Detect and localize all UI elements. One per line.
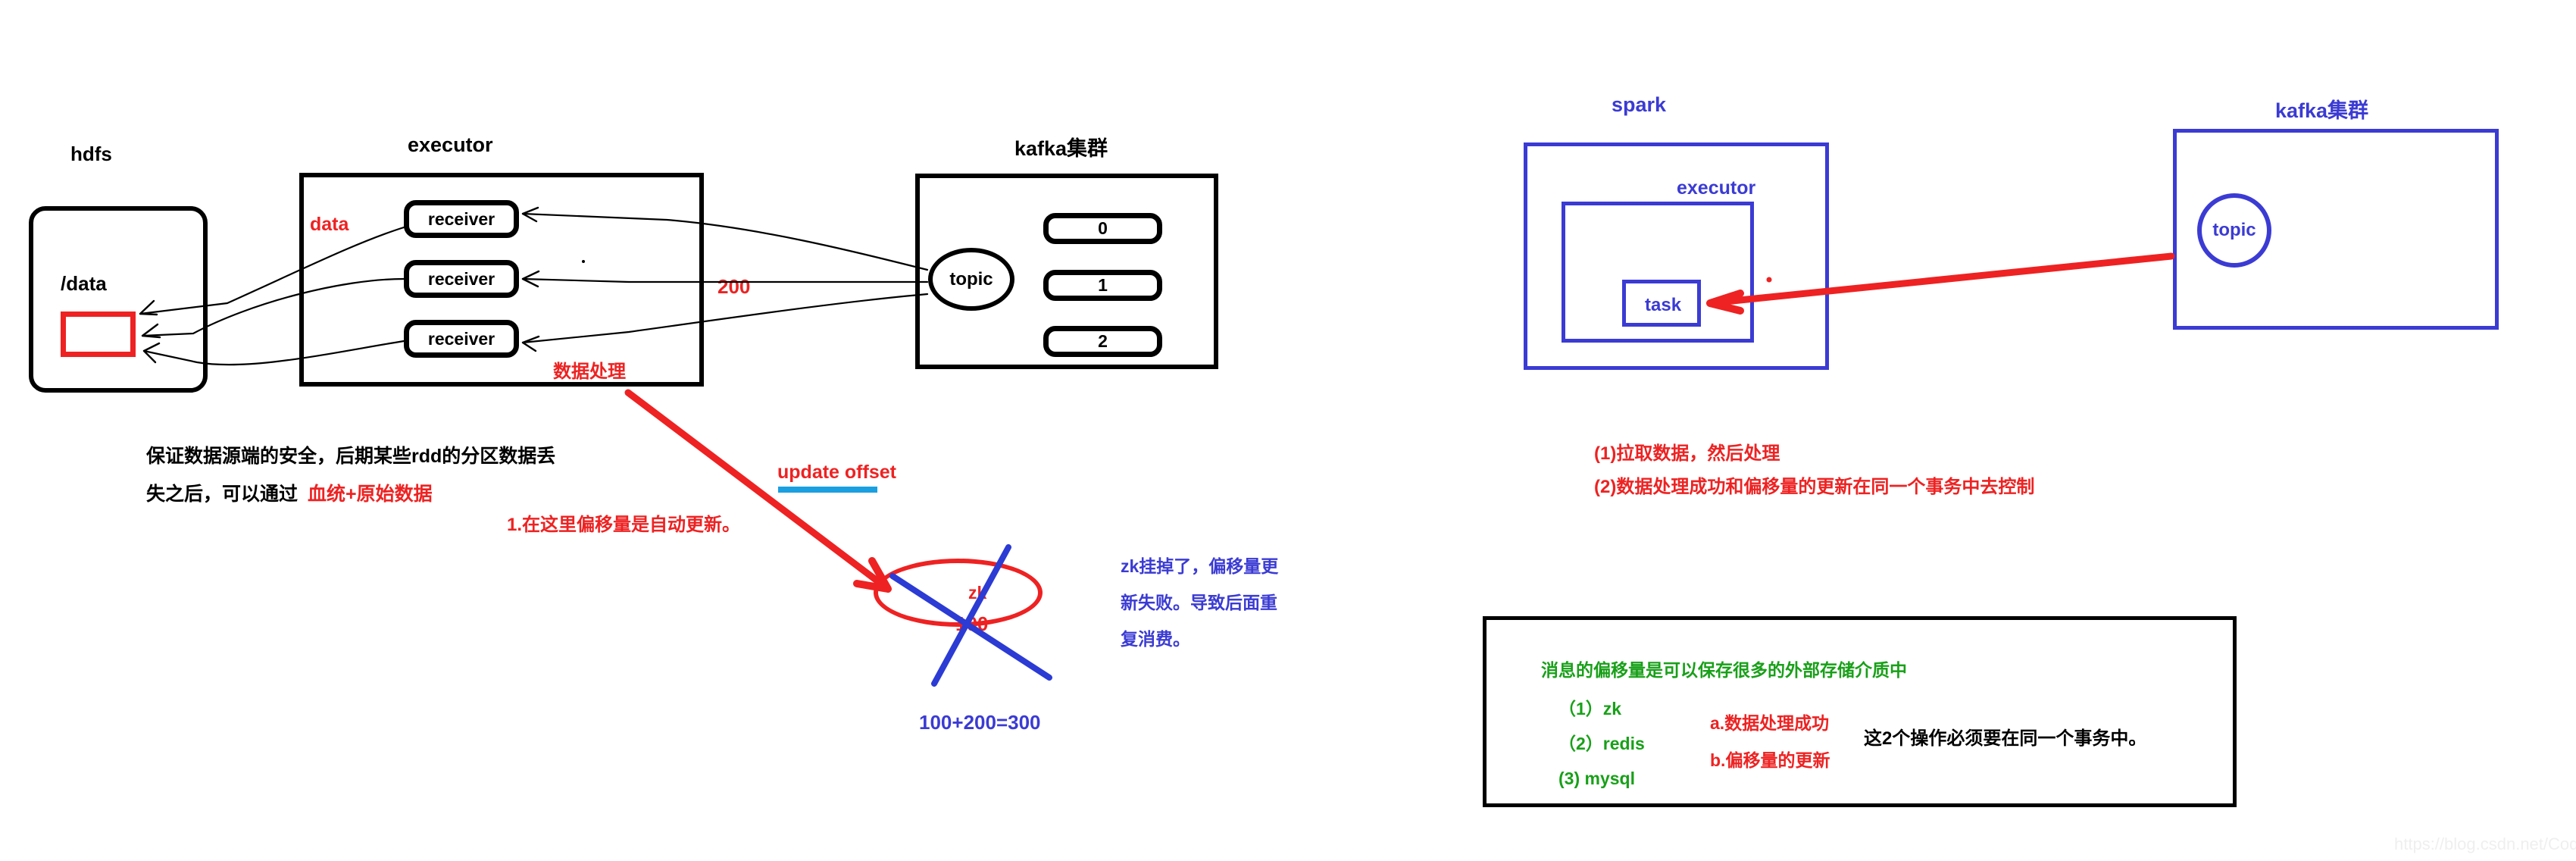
kafka-cluster-title-right: kafka集群 [2275, 99, 2369, 122]
data-label: data [310, 214, 349, 235]
receiver-label: receiver [427, 208, 496, 229]
topic-ellipse-left: topic [928, 248, 1014, 311]
zk-explain-line-2: 新失败。导致后面重 [1121, 593, 1277, 612]
zk-label: zk [968, 583, 987, 603]
partition-box-2: 2 [1043, 326, 1162, 357]
topic-circle-right: topic [2197, 193, 2271, 268]
hdfs-data-block [61, 312, 136, 357]
right-note-line-1: (1)拉取数据，然后处理 [1594, 443, 1780, 464]
right-executor-title: executor [1677, 177, 1756, 199]
update-offset-label: update offset [777, 462, 896, 483]
hdfs-box [29, 206, 208, 393]
zk-explain-line-1: zk挂掉了，偏移量更 [1121, 556, 1279, 576]
receiver-label: receiver [427, 328, 496, 349]
op-offset-update: b.偏移量的更新 [1710, 750, 1830, 770]
zk-offset-value: 100 [955, 612, 989, 635]
hdfs-title: hdfs [70, 142, 112, 165]
executor-title: executor [408, 133, 493, 156]
kafka-cluster-title-left: kafka集群 [1014, 137, 1108, 160]
partition-box-1: 1 [1043, 270, 1162, 301]
update-offset-underline [778, 487, 877, 493]
watermark-text: https://blog.csdn.net/CoderBoom [2394, 834, 2576, 853]
partition-label: 2 [1098, 331, 1108, 351]
data-process-label: 数据处理 [553, 362, 626, 382]
partition-label: 0 [1098, 218, 1108, 238]
storage-item-redis: （2）redis [1558, 734, 1645, 753]
storage-heading: 消息的偏移量是可以保存很多的外部存储介质中 [1541, 660, 1907, 680]
right-note-line-2: (2)数据处理成功和偏移量的更新在同一个事务中去控制 [1594, 477, 2035, 497]
hdfs-path-label: /data [61, 272, 107, 295]
task-label: task [1645, 295, 1682, 315]
partition-label: 1 [1098, 275, 1108, 295]
topic-label: topic [2212, 220, 2256, 240]
storage-item-zk: （1）zk [1558, 699, 1622, 719]
receiver-box-2: receiver [404, 260, 519, 298]
receiver-box-1: receiver [404, 200, 519, 238]
note-line-1: 保证数据源端的安全，后期某些rdd的分区数据丢 [146, 446, 556, 467]
offset-200-label: 200 [717, 275, 751, 298]
receiver-box-3: receiver [404, 320, 519, 358]
op-data-success: a.数据处理成功 [1710, 713, 1830, 733]
note-line-2-red: 血统+原始数据 [308, 484, 433, 505]
storage-item-mysql: (3) mysql [1558, 769, 1635, 788]
receiver-label: receiver [427, 268, 496, 289]
spark-title: spark [1612, 93, 1667, 116]
note-line-2-black: 失之后，可以通过 [146, 484, 299, 505]
storage-conclusion: 这2个操作必须要在同一个事务中。 [1864, 728, 2147, 749]
topic-label: topic [949, 268, 993, 290]
zk-explain-line-3: 复消费。 [1121, 629, 1190, 649]
sum-expression: 100+200=300 [919, 711, 1041, 734]
diagram-canvas: hdfs /data executor receiver receiver re… [0, 0, 2576, 861]
auto-update-note: 1.在这里偏移量是自动更新。 [507, 515, 741, 535]
partition-box-0: 0 [1043, 213, 1162, 244]
